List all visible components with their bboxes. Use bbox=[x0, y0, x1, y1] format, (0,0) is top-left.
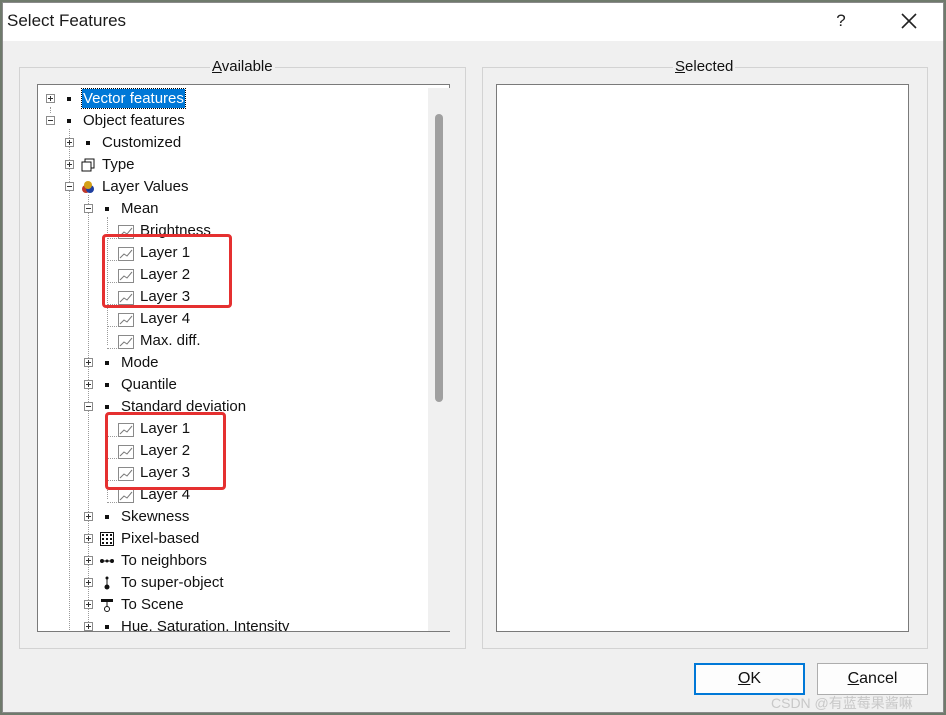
cancel-button[interactable]: Cancel bbox=[817, 663, 928, 695]
highlight-box-mean-layers bbox=[102, 234, 232, 308]
neighbors-icon bbox=[99, 553, 115, 569]
tree-item-skewness[interactable]: Skewness bbox=[38, 506, 428, 528]
available-scrollbar[interactable] bbox=[428, 88, 450, 631]
expand-icon[interactable] bbox=[84, 622, 93, 631]
type-icon bbox=[80, 157, 96, 173]
bullet-icon bbox=[105, 625, 109, 629]
tree-item-label: To Scene bbox=[121, 596, 184, 613]
tree-item-stddev-layer-1[interactable]: Layer 1 bbox=[38, 418, 428, 440]
expand-icon[interactable] bbox=[84, 512, 93, 521]
bullet-icon bbox=[86, 141, 90, 145]
collapse-icon[interactable] bbox=[65, 182, 74, 191]
tree-item-quantile[interactable]: Quantile bbox=[38, 374, 428, 396]
tree-item-label: Mode bbox=[121, 354, 159, 371]
tree-item-stddev-layer-4[interactable]: Layer 4 bbox=[38, 484, 428, 506]
expand-icon[interactable] bbox=[84, 358, 93, 367]
csdn-watermark: CSDN @有蓝莓果酱嘛 bbox=[771, 695, 913, 711]
tree-item-stddev-layer-2[interactable]: Layer 2 bbox=[38, 440, 428, 462]
tree-item-label: To super-object bbox=[121, 574, 224, 591]
tree-item-label: Pixel-based bbox=[121, 530, 200, 547]
expand-icon[interactable] bbox=[84, 534, 93, 543]
tree-item-label: Object features bbox=[83, 112, 185, 129]
tree-item-to-neighbors[interactable]: To neighbors bbox=[38, 550, 428, 572]
feature-chart-icon bbox=[118, 312, 134, 327]
tree-item-type[interactable]: Type bbox=[38, 154, 428, 176]
available-tree[interactable]: Vector features Object features Customiz… bbox=[37, 84, 450, 632]
tree-item-mean-layer-4[interactable]: Layer 4 bbox=[38, 308, 428, 330]
bullet-icon bbox=[105, 383, 109, 387]
available-label: Available bbox=[210, 58, 275, 76]
expand-icon[interactable] bbox=[84, 578, 93, 587]
tree-item-mean-layer-3[interactable]: Layer 3 bbox=[38, 286, 428, 308]
tree-item-label: Mean bbox=[121, 200, 159, 217]
pixel-grid-icon bbox=[99, 531, 115, 547]
help-button[interactable]: ? bbox=[829, 7, 853, 35]
tree-item-customized[interactable]: Customized bbox=[38, 132, 428, 154]
expand-icon[interactable] bbox=[65, 160, 74, 169]
scrollbar-thumb[interactable] bbox=[435, 114, 443, 402]
close-icon bbox=[901, 13, 917, 29]
feature-chart-icon bbox=[118, 334, 134, 349]
tree-item-label: Layer Values bbox=[102, 178, 189, 195]
super-object-icon bbox=[99, 575, 115, 591]
tree-item-label: Skewness bbox=[121, 508, 190, 525]
bullet-icon bbox=[67, 97, 71, 101]
bullet-icon bbox=[67, 119, 71, 123]
highlight-box-stddev-layers bbox=[105, 412, 226, 490]
close-button[interactable] bbox=[889, 5, 929, 37]
expand-icon[interactable] bbox=[84, 600, 93, 609]
layer-values-icon bbox=[80, 179, 96, 195]
tree-item-label: Layer 4 bbox=[140, 310, 191, 327]
expand-icon[interactable] bbox=[46, 94, 55, 103]
tree-item-label: Quantile bbox=[121, 376, 177, 393]
bullet-icon bbox=[105, 405, 109, 409]
tree-item-hsi[interactable]: Hue, Saturation, Intensity bbox=[38, 616, 428, 632]
bullet-icon bbox=[105, 515, 109, 519]
tree-item-mode[interactable]: Mode bbox=[38, 352, 428, 374]
expand-icon[interactable] bbox=[65, 138, 74, 147]
tree-item-pixel-based[interactable]: Pixel-based bbox=[38, 528, 428, 550]
title-bar: Select Features ? bbox=[3, 3, 943, 41]
tree-item-mean[interactable]: Mean bbox=[38, 198, 428, 220]
tree-item-label: Type bbox=[102, 156, 135, 173]
tree-item-label: Hue, Saturation, Intensity bbox=[121, 618, 290, 632]
tree-item-stddev-layer-3[interactable]: Layer 3 bbox=[38, 462, 428, 484]
tree-item-layer-values[interactable]: Layer Values bbox=[38, 176, 428, 198]
tree-item-vector-features[interactable]: Vector features bbox=[38, 88, 428, 110]
tree-item-object-features[interactable]: Object features bbox=[38, 110, 428, 132]
selected-list[interactable] bbox=[496, 84, 909, 632]
bullet-icon bbox=[105, 207, 109, 211]
tree-item-label: To neighbors bbox=[121, 552, 207, 569]
tree-item-label: Max. diff. bbox=[140, 332, 201, 349]
tree-item-max-diff[interactable]: Max. diff. bbox=[38, 330, 428, 352]
expand-icon[interactable] bbox=[84, 556, 93, 565]
tree-item-standard-deviation[interactable]: Standard deviation bbox=[38, 396, 428, 418]
tree-item-mean-layer-1[interactable]: Layer 1 bbox=[38, 242, 428, 264]
tree-item-mean-layer-2[interactable]: Layer 2 bbox=[38, 264, 428, 286]
collapse-icon[interactable] bbox=[84, 204, 93, 213]
select-features-dialog: Select Features ? Available Vector featu… bbox=[2, 2, 944, 713]
tree-item-label: Vector features bbox=[81, 88, 186, 109]
tree-item-to-scene[interactable]: To Scene bbox=[38, 594, 428, 616]
feature-chart-icon bbox=[118, 488, 134, 503]
ok-button[interactable]: OK bbox=[694, 663, 805, 695]
bullet-icon bbox=[105, 361, 109, 365]
collapse-icon[interactable] bbox=[84, 402, 93, 411]
selected-label: Selected bbox=[673, 58, 736, 76]
expand-icon[interactable] bbox=[84, 380, 93, 389]
tree-item-to-super-object[interactable]: To super-object bbox=[38, 572, 428, 594]
tree-item-brightness[interactable]: Brightness bbox=[38, 220, 428, 242]
scene-icon bbox=[99, 597, 115, 613]
collapse-icon[interactable] bbox=[46, 116, 55, 125]
window-title: Select Features bbox=[7, 11, 127, 30]
tree-item-label: Customized bbox=[102, 134, 182, 151]
